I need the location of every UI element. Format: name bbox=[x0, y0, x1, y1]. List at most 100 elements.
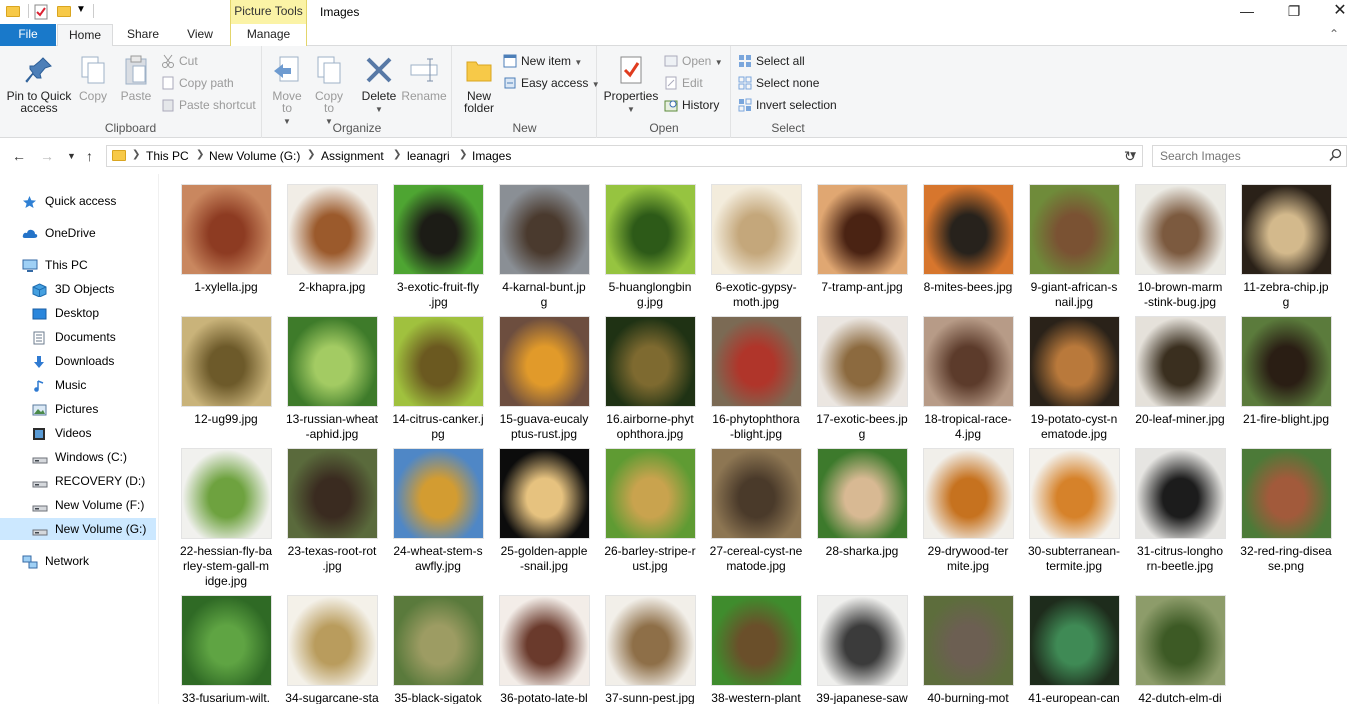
sidebar-item-desktop[interactable]: Desktop bbox=[0, 302, 156, 324]
file-item[interactable]: 28-sharka.jpg bbox=[809, 448, 915, 559]
sidebar-item-3d-objects[interactable]: 3D Objects bbox=[0, 278, 156, 300]
file-item[interactable]: 4-karnal-bunt.jp g bbox=[491, 184, 597, 310]
collapse-ribbon-icon[interactable]: ⌃ bbox=[1329, 27, 1339, 41]
copy-to-button[interactable]: Copy to ▼ bbox=[311, 54, 347, 128]
file-item[interactable]: 42-dutch-elm-di bbox=[1127, 595, 1233, 704]
file-item[interactable]: 14-citrus-canker.j pg bbox=[385, 316, 491, 442]
file-item[interactable]: 26-barley-stripe-r ust.jpg bbox=[597, 448, 703, 574]
sidebar-item-videos[interactable]: Videos bbox=[0, 422, 156, 444]
file-item[interactable]: 20-leaf-miner.jpg bbox=[1127, 316, 1233, 427]
file-item[interactable]: 23-texas-root-rot .jpg bbox=[279, 448, 385, 574]
breadcrumb-images[interactable]: Images bbox=[472, 149, 511, 163]
file-item[interactable]: 1-xylella.jpg bbox=[173, 184, 279, 295]
file-item[interactable]: 33-fusarium-wilt. bbox=[173, 595, 279, 704]
edit-button[interactable]: Edit bbox=[664, 74, 703, 92]
search-icon[interactable] bbox=[1329, 148, 1342, 165]
file-item[interactable]: 9-giant-african-s nail.jpg bbox=[1021, 184, 1127, 310]
invert-selection-button[interactable]: Invert selection bbox=[738, 96, 837, 114]
close-icon[interactable]: ✕ bbox=[1317, 0, 1347, 24]
paste-button[interactable]: Paste bbox=[116, 54, 156, 102]
file-item[interactable]: 41-european-can bbox=[1021, 595, 1127, 704]
copy-path-button[interactable]: Copy path bbox=[161, 74, 234, 92]
file-item[interactable]: 16-phytophthora -blight.jpg bbox=[703, 316, 809, 442]
move-to-button[interactable]: Move to ▼ bbox=[269, 54, 305, 128]
file-item[interactable]: 6-exotic-gypsy-moth.jpg bbox=[703, 184, 809, 310]
breadcrumb-new-volume-g[interactable]: New Volume (G:) bbox=[209, 149, 300, 163]
new-folder-quick-icon[interactable] bbox=[57, 4, 71, 20]
sidebar-item-recovery-d[interactable]: RECOVERY (D:) bbox=[0, 470, 156, 492]
search-input[interactable] bbox=[1153, 146, 1323, 166]
properties-quick-icon[interactable] bbox=[34, 4, 48, 20]
customize-toolbar-icon[interactable]: ▼ bbox=[76, 4, 86, 20]
breadcrumb-assignment[interactable]: Assignment bbox=[321, 149, 384, 163]
file-item[interactable]: 22-hessian-fly-ba rley-stem-gall-m idge.jp… bbox=[173, 448, 279, 589]
sidebar-item-windows-c[interactable]: Windows (C:) bbox=[0, 446, 156, 468]
tab-file[interactable]: File bbox=[0, 24, 56, 46]
up-arrow-icon[interactable]: ↑ bbox=[86, 148, 93, 164]
file-item[interactable]: 39-japanese-saw bbox=[809, 595, 915, 704]
refresh-icon[interactable]: ↻ bbox=[1124, 148, 1136, 165]
file-item[interactable]: 37-sunn-pest.jpg bbox=[597, 595, 703, 704]
tab-view[interactable]: View bbox=[177, 24, 223, 46]
file-item[interactable]: 7-tramp-ant.jpg bbox=[809, 184, 915, 295]
sidebar-item-new-volume-f[interactable]: New Volume (F:) bbox=[0, 494, 156, 516]
sidebar-item-pictures[interactable]: Pictures bbox=[0, 398, 156, 420]
select-none-button[interactable]: Select none bbox=[738, 74, 819, 92]
file-item[interactable]: 21-fire-blight.jpg bbox=[1233, 316, 1339, 427]
file-item[interactable]: 10-brown-marm -stink-bug.jpg bbox=[1127, 184, 1233, 310]
recent-locations-chevron-icon[interactable]: ▼ bbox=[67, 151, 76, 161]
sidebar-item-this-pc[interactable]: This PC bbox=[0, 254, 156, 276]
file-item[interactable]: 24-wheat-stem-s awfly.jpg bbox=[385, 448, 491, 574]
history-button[interactable]: History bbox=[664, 96, 719, 114]
address-bar[interactable]: ❯ This PC ❯ New Volume (G:) ❯ Assignment… bbox=[106, 145, 1143, 167]
breadcrumb-this-pc[interactable]: This PC bbox=[146, 149, 189, 163]
file-item[interactable]: 13-russian-wheat -aphid.jpg bbox=[279, 316, 385, 442]
tab-manage[interactable]: Manage bbox=[230, 24, 307, 46]
new-folder-button[interactable]: New folder bbox=[459, 54, 499, 114]
file-item[interactable]: 18-tropical-race- 4.jpg bbox=[915, 316, 1021, 442]
sidebar-item-quick-access[interactable]: Quick access bbox=[0, 190, 156, 212]
easy-access-button[interactable]: Easy access ▼ bbox=[503, 74, 600, 92]
file-item[interactable]: 40-burning-mot bbox=[915, 595, 1021, 704]
back-arrow-icon[interactable]: ← bbox=[12, 148, 26, 164]
sidebar-item-downloads[interactable]: Downloads bbox=[0, 350, 156, 372]
file-item[interactable]: 3-exotic-fruit-fly .jpg bbox=[385, 184, 491, 310]
select-all-button[interactable]: Select all bbox=[738, 52, 805, 70]
file-item[interactable]: 34-sugarcane-sta bbox=[279, 595, 385, 704]
sidebar-item-documents[interactable]: Documents bbox=[0, 326, 156, 348]
sidebar-item-onedrive[interactable]: OneDrive bbox=[0, 222, 156, 244]
sidebar-item-network[interactable]: Network bbox=[0, 550, 156, 572]
forward-arrow-icon[interactable]: → bbox=[40, 148, 54, 164]
maximize-icon[interactable]: ❐ bbox=[1271, 0, 1317, 24]
new-item-button[interactable]: New item ▼ bbox=[503, 52, 582, 70]
file-item[interactable]: 35-black-sigatok bbox=[385, 595, 491, 704]
pin-quick-access-button[interactable]: Pin to Quick access bbox=[4, 54, 74, 114]
file-item[interactable]: 12-ug99.jpg bbox=[173, 316, 279, 427]
paste-shortcut-button[interactable]: Paste shortcut bbox=[161, 96, 256, 114]
file-item[interactable]: 25-golden-apple -snail.jpg bbox=[491, 448, 597, 574]
file-item[interactable]: 30-subterranean-termite.jpg bbox=[1021, 448, 1127, 574]
file-item[interactable]: 36-potato-late-bl bbox=[491, 595, 597, 704]
file-item[interactable]: 5-huanglongbin g.jpg bbox=[597, 184, 703, 310]
file-item[interactable]: 31-citrus-longho rn-beetle.jpg bbox=[1127, 448, 1233, 574]
file-item[interactable]: 27-cereal-cyst-ne matode.jpg bbox=[703, 448, 809, 574]
file-item[interactable]: 11-zebra-chip.jp g bbox=[1233, 184, 1339, 310]
sidebar-item-new-volume-g[interactable]: New Volume (G:) bbox=[0, 518, 156, 540]
file-item[interactable]: 2-khapra.jpg bbox=[279, 184, 385, 295]
minimize-icon[interactable]: — bbox=[1224, 0, 1270, 24]
sidebar-item-music[interactable]: Music bbox=[0, 374, 156, 396]
file-item[interactable]: 38-western-plant bbox=[703, 595, 809, 704]
breadcrumb-leanagri[interactable]: leanagri bbox=[407, 149, 450, 163]
rename-button[interactable]: Rename bbox=[401, 54, 447, 102]
tab-home[interactable]: Home bbox=[57, 24, 113, 47]
file-item[interactable]: 15-guava-eucaly ptus-rust.jpg bbox=[491, 316, 597, 442]
delete-button[interactable]: Delete ▼ bbox=[359, 54, 399, 116]
open-button[interactable]: Open ▼ bbox=[664, 52, 723, 70]
file-item[interactable]: 19-potato-cyst-n ematode.jpg bbox=[1021, 316, 1127, 442]
file-item[interactable]: 29-drywood-ter mite.jpg bbox=[915, 448, 1021, 574]
file-item[interactable]: 17-exotic-bees.jp g bbox=[809, 316, 915, 442]
file-item[interactable]: 32-red-ring-disea se.png bbox=[1233, 448, 1339, 574]
copy-button[interactable]: Copy bbox=[76, 54, 110, 102]
file-item[interactable]: 8-mites-bees.jpg bbox=[915, 184, 1021, 295]
properties-button[interactable]: Properties ▼ bbox=[602, 54, 660, 116]
